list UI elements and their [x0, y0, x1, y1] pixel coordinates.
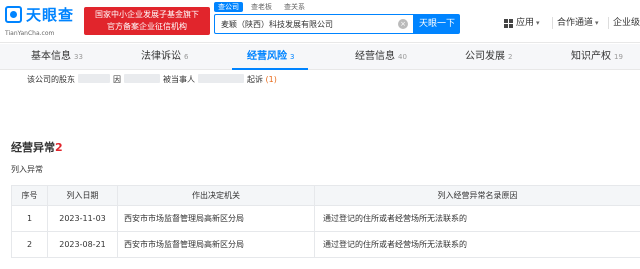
nav-partner-menu[interactable]: 合作通道 ▾: [557, 16, 599, 30]
row-authority: 西安市市场监督管理局高新区分局: [117, 205, 315, 232]
section-count: 2: [55, 141, 63, 154]
search-input[interactable]: 麦颖（陕西）科技发展有限公司 ×: [214, 14, 414, 34]
tab-count: 33: [74, 53, 83, 61]
logo-subtext: TianYanCha.com: [5, 30, 55, 37]
suit-count[interactable]: (1): [266, 75, 277, 84]
section-title: 经营异常2: [11, 141, 63, 155]
official-banner[interactable]: 国家中小企业发展子基金旗下 官方备案企业征信机构: [84, 7, 210, 35]
search-button[interactable]: 天眼一下: [414, 14, 460, 34]
tab-count: 40: [398, 53, 407, 61]
header-authority: 作出决定机关: [117, 185, 315, 206]
row-reason: 通过登记的住所或者经营场所无法联系的: [314, 205, 640, 232]
masked-name: [198, 74, 244, 83]
suit-text-2: 因: [113, 75, 121, 84]
nav-partner-label: 合作通道: [557, 18, 594, 28]
suit-text-4: 起诉: [247, 75, 263, 84]
clear-icon[interactable]: ×: [398, 19, 408, 29]
chevron-down-icon: ▾: [536, 19, 540, 27]
search-tab-relation[interactable]: 查关系: [280, 2, 309, 12]
tab-business-risk[interactable]: 经营风险 3: [247, 44, 294, 70]
tab-label: 经营风险: [247, 51, 287, 62]
tab-intellectual-property[interactable]: 知识产权 19: [571, 44, 623, 70]
tab-count: 19: [614, 53, 623, 61]
masked-name: [78, 74, 110, 83]
nav-app-menu[interactable]: 应用 ▾: [516, 16, 540, 30]
nav-enterprise-label: 企业级产品: [613, 18, 640, 28]
row-reason: 通过登记的住所或者经营场所无法联系的: [314, 231, 640, 258]
nav-app-label: 应用: [516, 18, 535, 28]
row-authority: 西安市市场监督管理局高新区分局: [117, 231, 315, 258]
tab-company-development[interactable]: 公司发展 2: [465, 44, 512, 70]
active-tab-indicator: [232, 68, 308, 70]
section-subtitle: 列入异常: [11, 165, 43, 174]
nav-divider: [552, 17, 553, 29]
chevron-down-icon: ▾: [595, 19, 599, 27]
nav-divider: [608, 17, 609, 29]
logo[interactable]: 天眼查 TianYanCha.com: [5, 6, 85, 40]
tab-count: 6: [184, 53, 189, 61]
abnormal-operation-table: 序号 列入日期 作出决定机关 列入经营异常名录原因 1 2023-11-03 西…: [11, 185, 640, 258]
table-row: 1 2023-11-03 西安市市场监督管理局高新区分局 通过登记的住所或者经营…: [11, 205, 640, 232]
tab-legal[interactable]: 法律诉讼 6: [141, 44, 188, 70]
header-reason: 列入经营异常名录原因: [314, 185, 640, 206]
tab-business-info[interactable]: 经营信息 40: [355, 44, 407, 70]
tab-label: 知识产权: [571, 51, 611, 62]
tab-basic-info[interactable]: 基本信息 33: [31, 44, 83, 70]
search-input-value: 麦颖（陕西）科技发展有限公司: [221, 20, 333, 29]
search-tab-boss[interactable]: 查老板: [247, 2, 276, 12]
masked-name: [124, 74, 160, 83]
suit-text-1: 该公司的股东: [27, 75, 75, 84]
search-type-tabs: 查公司 查老板 查关系: [214, 2, 313, 12]
table-header-row: 序号 列入日期 作出决定机关 列入经营异常名录原因: [11, 185, 640, 206]
apps-grid-icon[interactable]: [504, 19, 513, 28]
shareholder-lawsuit-line[interactable]: 该公司的股东 因 被当事人 起诉 (1): [27, 74, 277, 86]
section-title-text: 经营异常: [11, 141, 55, 154]
section-tabbar: 基本信息 33 法律诉讼 6 经营风险 3 经营信息 40 公司发展 2 知识产权 19: [0, 44, 640, 70]
top-header: 天眼查 TianYanCha.com 国家中小企业发展子基金旗下 官方备案企业征…: [0, 0, 640, 43]
tab-label: 经营信息: [355, 51, 395, 62]
table-row: 2 2023-08-21 西安市市场监督管理局高新区分局 通过登记的住所或者经营…: [11, 231, 640, 258]
tab-label: 法律诉讼: [141, 51, 181, 62]
nav-enterprise-menu[interactable]: 企业级产品: [613, 16, 640, 30]
banner-line-2: 官方备案企业征信机构: [107, 22, 187, 31]
search-tab-company[interactable]: 查公司: [214, 2, 243, 12]
row-index: 2: [11, 231, 48, 258]
row-date: 2023-08-21: [47, 231, 118, 258]
logo-text: 天眼查: [26, 6, 75, 24]
banner-line-1: 国家中小企业发展子基金旗下: [95, 10, 199, 19]
tab-count: 2: [508, 53, 513, 61]
row-index: 1: [11, 205, 48, 232]
row-date: 2023-11-03: [47, 205, 118, 232]
logo-icon: [5, 6, 22, 23]
suit-text-3: 被当事人: [163, 75, 195, 84]
tab-label: 基本信息: [31, 51, 71, 62]
header-index: 序号: [11, 185, 48, 206]
tab-count: 3: [290, 53, 295, 61]
tab-label: 公司发展: [465, 51, 505, 62]
header-date: 列入日期: [47, 185, 118, 206]
